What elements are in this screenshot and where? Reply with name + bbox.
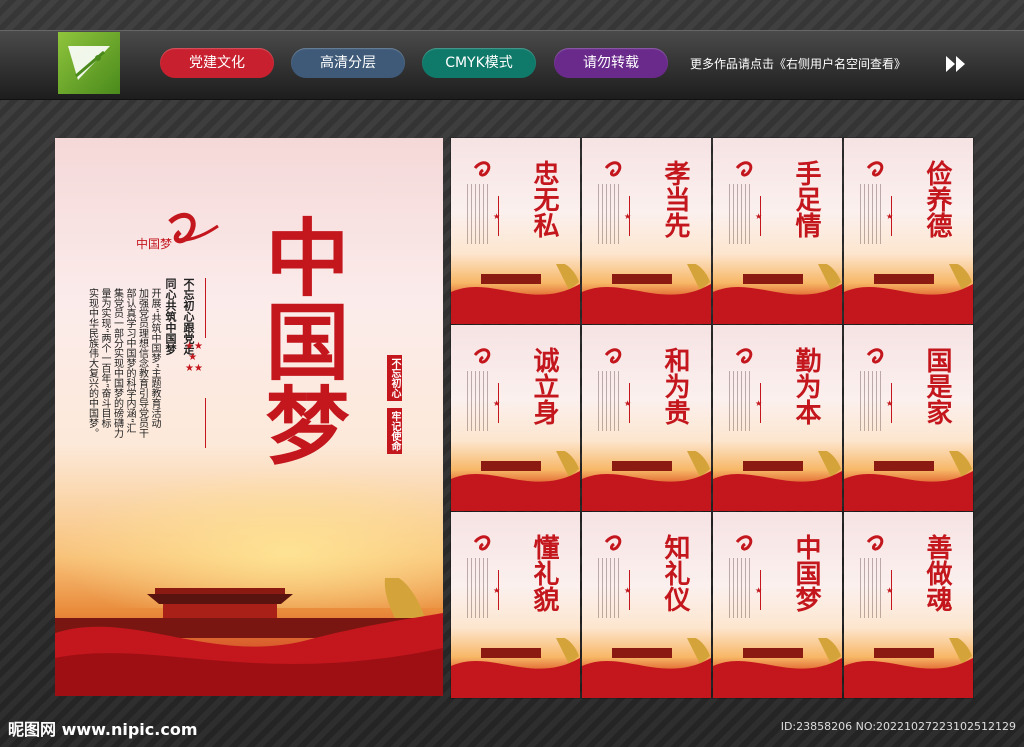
star-icon: ★ <box>493 212 501 221</box>
card-12: ★ 善做魂 <box>844 512 973 698</box>
card-4: ★ 俭养德 <box>844 138 973 324</box>
card-body-text <box>598 184 620 244</box>
card-2: ★ 孝当先 <box>582 138 711 324</box>
card-palace <box>451 264 580 324</box>
star-icon: ★ <box>624 586 632 595</box>
star-icon: ★ <box>493 399 501 408</box>
card-body-text <box>467 184 489 244</box>
star-icon: ★ <box>755 212 763 221</box>
card-5: ★ 诚立身 <box>451 325 580 511</box>
card-title: 俭养德 <box>922 160 952 238</box>
card-10: ★ 知礼仪 <box>582 512 711 698</box>
china-dream-small-logo <box>866 535 884 551</box>
card-palace <box>713 638 842 698</box>
card-body-text <box>729 371 751 431</box>
star-icon: ★ <box>886 399 894 408</box>
card-title: 孝当先 <box>660 160 690 238</box>
card-6: ★ 和为贵 <box>582 325 711 511</box>
seal-stamps: 不忘初心 牢记使命 <box>385 353 404 456</box>
china-dream-small-logo <box>866 161 884 177</box>
china-dream-small-logo <box>473 348 491 364</box>
card-body-text <box>467 558 489 618</box>
card-palace <box>582 451 711 511</box>
china-dream-small-logo <box>604 535 622 551</box>
china-dream-small-logo <box>604 161 622 177</box>
palace-illustration <box>55 578 443 696</box>
card-body-text <box>729 184 751 244</box>
china-dream-small-logo <box>473 535 491 551</box>
star-icon: ★ <box>493 586 501 595</box>
card-body-text <box>598 371 620 431</box>
card-palace <box>844 264 973 324</box>
china-dream-small-logo <box>735 161 753 177</box>
intro-paragraph: 开展“共筑中国梦”主题教育活动加强党员理想信念教育引导党员干部认真学习中国梦的科… <box>86 288 161 438</box>
tag-no-repost[interactable]: 请勿转载 <box>554 48 668 78</box>
card-body-text <box>860 184 882 244</box>
divider-bottom <box>205 398 206 448</box>
card-7: ★ 勤为本 <box>713 325 842 511</box>
star-icon: ★ <box>755 586 763 595</box>
card-title: 诚立身 <box>529 347 559 425</box>
card-title: 善做魂 <box>922 534 952 612</box>
china-dream-small-logo <box>735 348 753 364</box>
china-dream-small-logo <box>473 161 491 177</box>
star-icon: ★ <box>624 212 632 221</box>
china-dream-small-logo <box>735 535 753 551</box>
star-icon: ★ <box>755 399 763 408</box>
card-body-text <box>729 558 751 618</box>
card-palace <box>844 638 973 698</box>
card-title: 知礼仪 <box>660 534 690 612</box>
seal-2: 牢记使命 <box>387 408 402 455</box>
card-title: 中国梦 <box>791 534 821 612</box>
card-palace <box>582 264 711 324</box>
card-1: ★ 忠无私 <box>451 138 580 324</box>
card-palace <box>451 451 580 511</box>
card-11: ★ 中国梦 <box>713 512 842 698</box>
logo-text: 中国梦 <box>136 236 172 251</box>
double-arrow-icon[interactable] <box>944 53 970 75</box>
card-body-text <box>860 558 882 618</box>
star-icon: ★ <box>886 586 894 595</box>
card-title: 和为贵 <box>660 347 690 425</box>
slogan-line-2: 同心共筑中国梦 <box>164 278 177 355</box>
star-icon: ★ <box>886 212 894 221</box>
china-dream-small-logo <box>604 348 622 364</box>
tag-hd-layers[interactable]: 高清分层 <box>291 48 405 78</box>
stars-icon: ★★ ★ ★★ <box>185 341 203 374</box>
tag-cmyk[interactable]: CMYK模式 <box>422 48 536 78</box>
seal-1: 不忘初心 <box>387 355 402 401</box>
card-title: 懂礼貌 <box>529 534 559 612</box>
main-poster: 中国梦 开展“共筑中国梦”主题教育活动加强党员理想信念教育引导党员干部认真学习中… <box>55 138 443 696</box>
card-title: 手足情 <box>791 160 821 238</box>
card-body-text <box>860 371 882 431</box>
card-palace <box>582 638 711 698</box>
card-palace <box>451 638 580 698</box>
card-body-text <box>467 371 489 431</box>
card-3: ★ 手足情 <box>713 138 842 324</box>
site-watermark: 昵图网 www.nipic.com <box>8 720 198 739</box>
card-9: ★ 懂礼貌 <box>451 512 580 698</box>
card-palace <box>713 264 842 324</box>
main-title: 中国梦 <box>252 214 351 466</box>
card-body-text <box>598 558 620 618</box>
divider-top <box>205 278 206 338</box>
brand-logo-icon <box>58 32 120 94</box>
tag-party-culture[interactable]: 党建文化 <box>160 48 274 78</box>
china-dream-small-logo <box>866 348 884 364</box>
card-8: ★ 国是家 <box>844 325 973 511</box>
card-title: 勤为本 <box>791 347 821 425</box>
card-title: 国是家 <box>922 347 952 425</box>
star-icon: ★ <box>624 399 632 408</box>
image-id: ID:23858206 NO:20221027223102512129 <box>780 720 1016 733</box>
card-palace <box>844 451 973 511</box>
china-dream-logo: 中国梦 <box>136 212 219 251</box>
card-title: 忠无私 <box>529 160 559 238</box>
card-palace <box>713 451 842 511</box>
more-works-note[interactable]: 更多作品请点击《右侧用户名空间查看》 <box>690 55 906 72</box>
